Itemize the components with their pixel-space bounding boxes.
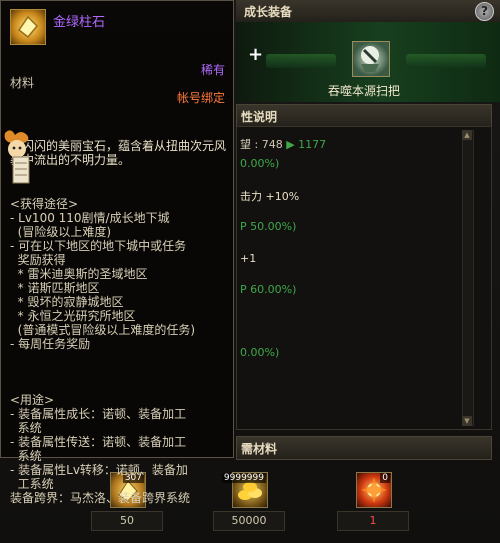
gold-crystal-icon	[10, 9, 46, 45]
attribute-line: 击力 +10%	[240, 190, 300, 203]
broom-icon[interactable]	[352, 41, 390, 77]
material-count: 9999999	[221, 473, 266, 483]
attribute-line: +1	[240, 252, 257, 265]
attribute-header-title: 性说明	[241, 110, 278, 124]
item-description-block: 金闪闪的美丽宝石，蕴含着从扭曲次元风暴中流出的不明力量。 <获得途径> - Lv…	[10, 111, 228, 533]
item-name: 金绿柱石	[53, 15, 106, 30]
material-value: 1	[337, 511, 409, 531]
guide-character-icon	[4, 130, 30, 184]
item-type: 材料	[10, 76, 35, 90]
window-title: 成长装备	[244, 5, 293, 19]
gold-coins-icon[interactable]: 9999999	[221, 472, 268, 508]
attribute-box	[236, 126, 492, 430]
item-usage-info: <用途> - 装备属性成长：诺顿、装备加工 系统 - 装备属性传送：诺顿、装备加…	[10, 393, 191, 505]
item-tooltip: 金绿柱石 稀有 材料 帐号绑定 金闪闪的美丽宝石，蕴含着从扭曲次元风暴中流出的不…	[0, 0, 234, 505]
plus-icon: +	[248, 44, 264, 65]
item-rarity: 稀有	[200, 63, 225, 77]
attribute-line: 望 : 748 ▶ 1177	[240, 136, 326, 152]
item-description: 金闪闪的美丽宝石，蕴含着从扭曲次元风暴中流出的不明力量。	[10, 139, 227, 167]
attribute-line: P 50.00%)	[240, 220, 297, 233]
scan-label: 吞噬本源扫把	[328, 84, 401, 98]
attribute-value: 1177	[298, 138, 327, 151]
item-bind-status: 帐号绑定	[176, 91, 225, 105]
materials-header-title: 需材料	[241, 442, 278, 456]
help-icon[interactable]: ?	[475, 2, 494, 21]
fire-orb-icon[interactable]: 0	[356, 472, 392, 508]
window-header: 成长装备 ?	[236, 0, 500, 23]
materials-header: 需材料	[236, 436, 492, 460]
attribute-line: 0.00%)	[240, 157, 280, 170]
item-obtain-info: <获得途径> - Lv100 110剧情/成长地下城 (冒险级以上难度) - 可…	[10, 197, 196, 351]
scan-line	[266, 54, 336, 68]
attribute-header: 性说明	[236, 104, 492, 128]
scan-line	[406, 54, 486, 68]
attribute-line: P 60.00%)	[240, 283, 297, 296]
attribute-text: 望 : 748	[240, 138, 283, 151]
scroll-down-icon[interactable]: ▼	[462, 416, 472, 426]
material-count: 0	[380, 473, 390, 483]
attribute-line: 0.00%)	[240, 346, 280, 359]
attribute-scrollbar[interactable]: ▲ ▼	[462, 130, 474, 426]
scroll-up-icon[interactable]: ▲	[462, 130, 472, 140]
arrow-right-icon: ▶	[286, 138, 295, 151]
